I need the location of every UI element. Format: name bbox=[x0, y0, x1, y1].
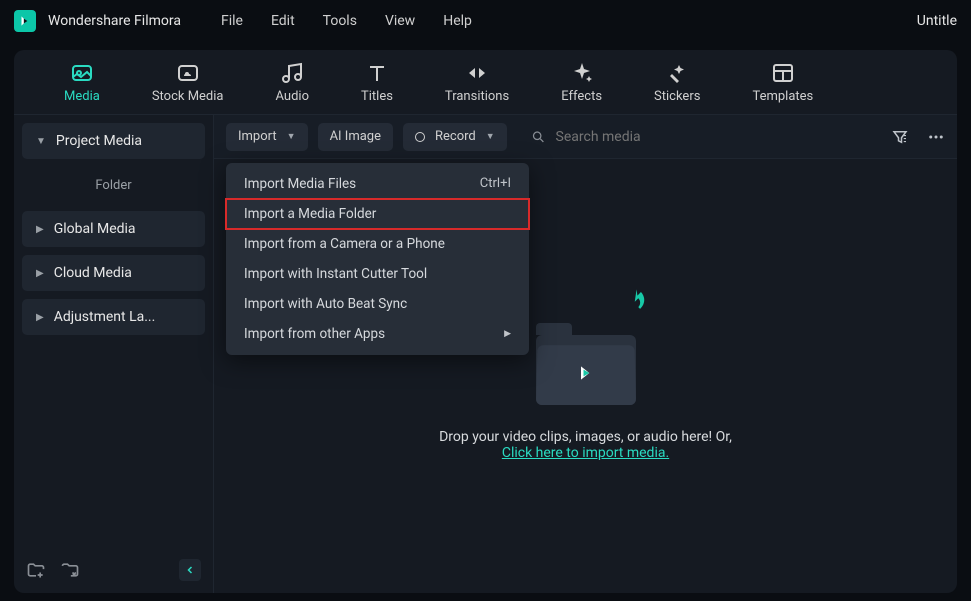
main-panel: Media Stock Media Audio Titles Transitio… bbox=[14, 50, 957, 593]
toolbar-right bbox=[891, 128, 945, 146]
import-auto-beat-sync[interactable]: Import with Auto Beat Sync bbox=[226, 289, 529, 319]
sidebar-item-label: Global Media bbox=[54, 221, 136, 237]
collapse-sidebar-button[interactable] bbox=[179, 559, 201, 581]
menu-item-label: Import Media Files bbox=[244, 176, 356, 192]
dropzone-text: Drop your video clips, images, or audio … bbox=[439, 429, 732, 461]
tab-stickers[interactable]: Stickers bbox=[654, 61, 700, 104]
sidebar-item-label: Project Media bbox=[56, 133, 142, 149]
layout-icon bbox=[771, 61, 795, 85]
search-input[interactable] bbox=[556, 129, 881, 145]
import-from-camera[interactable]: Import from a Camera or a Phone bbox=[226, 229, 529, 259]
tab-label: Transitions bbox=[445, 89, 509, 104]
dropzone-line1: Drop your video clips, images, or audio … bbox=[439, 429, 732, 445]
sidebar-item-global-media[interactable]: ▶ Global Media bbox=[22, 211, 205, 247]
tab-transitions[interactable]: Transitions bbox=[445, 61, 509, 104]
tab-effects[interactable]: Effects bbox=[561, 61, 602, 104]
import-link[interactable]: Click here to import media. bbox=[502, 445, 669, 461]
filter-icon[interactable] bbox=[891, 128, 909, 146]
chevron-right-icon: ▶ bbox=[504, 329, 511, 339]
tab-label: Audio bbox=[276, 89, 309, 104]
sidebar-item-folder[interactable]: Folder bbox=[22, 167, 205, 203]
text-icon bbox=[365, 61, 389, 85]
menu-shortcut: Ctrl+I bbox=[480, 176, 511, 191]
import-button[interactable]: Import ▼ bbox=[226, 123, 308, 151]
tab-stock-media[interactable]: Stock Media bbox=[152, 61, 224, 104]
tab-templates[interactable]: Templates bbox=[752, 61, 813, 104]
ai-image-button[interactable]: AI Image bbox=[318, 123, 393, 151]
chevron-right-icon: ▶ bbox=[36, 224, 44, 235]
tab-audio[interactable]: Audio bbox=[276, 61, 309, 104]
content-row: ▼ Project Media Folder ▶ Global Media ▶ … bbox=[14, 114, 957, 593]
menu-item-label: Import with Auto Beat Sync bbox=[244, 296, 407, 312]
menu-help[interactable]: Help bbox=[443, 13, 472, 29]
sidebar-item-adjustment-layer[interactable]: ▶ Adjustment La... bbox=[22, 299, 205, 335]
music-icon bbox=[280, 61, 304, 85]
menu-file[interactable]: File bbox=[221, 13, 243, 29]
menubar: File Edit Tools View Help bbox=[221, 13, 472, 29]
sidebar-item-project-media[interactable]: ▼ Project Media bbox=[22, 123, 205, 159]
menu-item-label: Import with Instant Cutter Tool bbox=[244, 266, 427, 282]
import-instant-cutter[interactable]: Import with Instant Cutter Tool bbox=[226, 259, 529, 289]
sparkle-icon bbox=[570, 61, 594, 85]
delete-folder-icon[interactable] bbox=[60, 560, 80, 580]
tab-label: Titles bbox=[361, 89, 393, 104]
app-name: Wondershare Filmora bbox=[48, 13, 181, 29]
sidebar-item-label: Adjustment La... bbox=[54, 309, 156, 325]
tab-titles[interactable]: Titles bbox=[361, 61, 393, 104]
more-icon[interactable] bbox=[927, 128, 945, 146]
menu-edit[interactable]: Edit bbox=[271, 13, 295, 29]
dropzone-illustration bbox=[516, 291, 656, 411]
chevron-right-icon: ▶ bbox=[36, 268, 44, 279]
download-arrow-icon bbox=[618, 285, 648, 315]
menu-view[interactable]: View bbox=[385, 13, 415, 29]
menu-item-label: Import from a Camera or a Phone bbox=[244, 236, 445, 252]
media-icon bbox=[70, 61, 94, 85]
tab-label: Templates bbox=[752, 89, 813, 104]
search-box[interactable] bbox=[531, 129, 881, 145]
document-title: Untitle bbox=[917, 13, 957, 29]
record-label: Record bbox=[435, 129, 476, 144]
filmora-logo-icon bbox=[576, 363, 596, 383]
menu-item-label: Import a Media Folder bbox=[244, 206, 376, 222]
import-dropdown: Import Media Files Ctrl+I Import a Media… bbox=[226, 163, 529, 355]
chevron-down-icon: ▼ bbox=[486, 131, 495, 142]
category-tabbar: Media Stock Media Audio Titles Transitio… bbox=[14, 50, 957, 114]
record-button[interactable]: Record ▼ bbox=[403, 123, 507, 151]
import-media-files[interactable]: Import Media Files Ctrl+I bbox=[226, 169, 529, 199]
import-other-apps[interactable]: Import from other Apps ▶ bbox=[226, 319, 529, 349]
tab-label: Stickers bbox=[654, 89, 700, 104]
sidebar-item-label: Folder bbox=[95, 178, 131, 193]
tab-label: Media bbox=[64, 89, 100, 104]
cloud-image-icon bbox=[176, 61, 200, 85]
menu-item-label: Import from other Apps bbox=[244, 326, 385, 342]
wand-icon bbox=[665, 61, 689, 85]
chevron-right-icon: ▶ bbox=[36, 312, 44, 323]
record-icon bbox=[415, 132, 425, 142]
chevron-down-icon: ▼ bbox=[36, 136, 46, 147]
import-media-folder[interactable]: Import a Media Folder bbox=[226, 199, 529, 229]
import-label: Import bbox=[238, 129, 277, 144]
sidebar: ▼ Project Media Folder ▶ Global Media ▶ … bbox=[14, 115, 214, 593]
titlebar: Wondershare Filmora File Edit Tools View… bbox=[0, 0, 971, 42]
ai-image-label: AI Image bbox=[330, 129, 381, 144]
menu-tools[interactable]: Tools bbox=[323, 13, 357, 29]
sidebar-item-cloud-media[interactable]: ▶ Cloud Media bbox=[22, 255, 205, 291]
transitions-icon bbox=[465, 61, 489, 85]
chevron-down-icon: ▼ bbox=[287, 131, 296, 142]
app-logo-icon bbox=[14, 10, 36, 32]
media-toolbar: Import ▼ Import Media Files Ctrl+I Impor… bbox=[214, 115, 957, 159]
sidebar-footer bbox=[22, 555, 205, 585]
new-folder-icon[interactable] bbox=[26, 560, 46, 580]
tab-label: Stock Media bbox=[152, 89, 224, 104]
tab-media[interactable]: Media bbox=[64, 61, 100, 104]
tab-label: Effects bbox=[561, 89, 602, 104]
search-icon bbox=[531, 129, 546, 145]
sidebar-item-label: Cloud Media bbox=[54, 265, 132, 281]
media-main-area: Import ▼ Import Media Files Ctrl+I Impor… bbox=[214, 115, 957, 593]
